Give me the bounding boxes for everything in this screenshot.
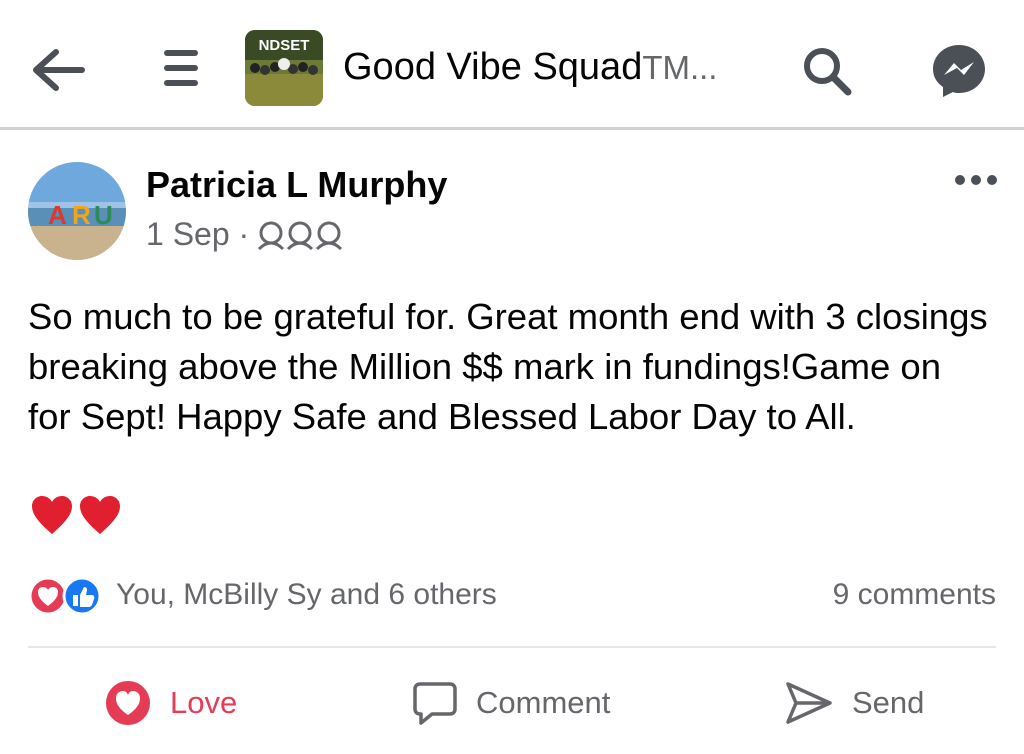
actions-divider bbox=[28, 646, 996, 648]
top-bar: NDSET Good Vibe SquadTM... bbox=[0, 0, 1024, 128]
heart-emoji-icon bbox=[32, 496, 72, 534]
like-reaction-icon bbox=[62, 576, 102, 616]
svg-text:A: A bbox=[48, 200, 67, 230]
header-divider bbox=[0, 127, 1024, 130]
comment-icon bbox=[413, 682, 457, 725]
heart-emoji-group bbox=[30, 494, 126, 542]
reaction-icons[interactable] bbox=[28, 576, 108, 616]
post-date[interactable]: 1 Sep · bbox=[146, 216, 249, 253]
svg-text:R: R bbox=[72, 200, 91, 230]
messenger-icon[interactable] bbox=[930, 42, 988, 100]
love-button[interactable]: Love bbox=[104, 670, 237, 736]
group-title-suffix: TM... bbox=[642, 49, 718, 86]
send-button-label: Send bbox=[852, 685, 925, 720]
back-arrow-icon[interactable] bbox=[30, 46, 86, 94]
love-reaction-icon bbox=[106, 681, 150, 725]
post-body: So much to be grateful for. Great month … bbox=[28, 296, 988, 437]
love-reaction-icon bbox=[28, 576, 68, 616]
group-thumb-text: NDSET bbox=[259, 37, 310, 54]
send-button[interactable]: Send bbox=[784, 670, 924, 736]
search-icon[interactable] bbox=[800, 44, 854, 98]
post-author[interactable]: Patricia L Murphy bbox=[146, 164, 447, 206]
comments-count[interactable]: 9 comments bbox=[833, 578, 996, 612]
heart-emoji-icon bbox=[80, 496, 120, 534]
comment-button[interactable]: Comment bbox=[412, 670, 610, 736]
avatar[interactable]: A R U bbox=[28, 162, 126, 260]
svg-text:U: U bbox=[94, 200, 113, 230]
group-members-icon bbox=[258, 221, 343, 250]
group-thumbnail[interactable]: NDSET bbox=[245, 30, 323, 106]
group-title[interactable]: Good Vibe SquadTM... bbox=[343, 46, 717, 89]
menu-icon[interactable] bbox=[162, 48, 200, 88]
send-icon bbox=[786, 682, 832, 724]
post-meta: 1 Sep · bbox=[146, 216, 345, 253]
group-title-text: Good Vibe Squad bbox=[343, 46, 643, 88]
more-options-icon[interactable] bbox=[954, 172, 998, 188]
comment-button-label: Comment bbox=[476, 685, 611, 720]
reaction-summary[interactable]: You, McBilly Sy and 6 others bbox=[116, 578, 497, 612]
love-button-label: Love bbox=[170, 685, 238, 720]
